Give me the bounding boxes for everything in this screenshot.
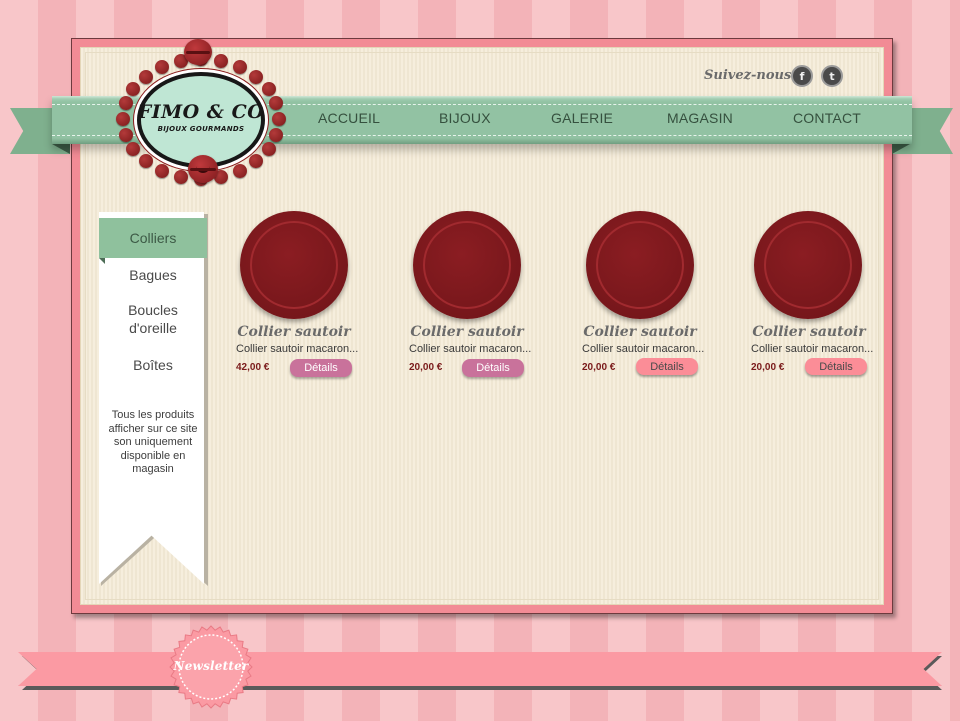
logo-bead bbox=[173, 169, 188, 184]
details-button[interactable]: Détails bbox=[805, 358, 867, 375]
logo-bead bbox=[116, 112, 130, 126]
product-image[interactable] bbox=[413, 211, 521, 319]
store-availability-note: Tous les produits afficher sur ce site s… bbox=[108, 409, 198, 475]
sidebar-item-boites[interactable]: Boîtes bbox=[99, 356, 207, 374]
logo-subtitle: BIJOUX GOURMANDS bbox=[157, 125, 245, 133]
product-price: 20,00 € bbox=[582, 362, 616, 373]
sidebar-item-bagues[interactable]: Bagues bbox=[99, 266, 207, 284]
logo-bead bbox=[249, 154, 264, 169]
product-title[interactable]: Collier sautoir bbox=[219, 324, 369, 340]
nav-item-bijoux[interactable]: BIJOUX bbox=[439, 110, 491, 126]
logo-bead bbox=[261, 142, 276, 156]
logo-bead bbox=[249, 69, 264, 84]
product-description: Collier sautoir macaron... bbox=[409, 343, 532, 355]
details-button[interactable]: Détails bbox=[290, 359, 352, 377]
logo-bead bbox=[272, 112, 286, 126]
logo-bead bbox=[126, 142, 141, 156]
product-price: 20,00 € bbox=[409, 362, 443, 373]
logo-bead bbox=[118, 96, 133, 111]
product-image[interactable] bbox=[240, 211, 348, 319]
product-description: Collier sautoir macaron... bbox=[236, 343, 359, 355]
logo-bead bbox=[138, 69, 153, 84]
logo-bead bbox=[138, 154, 153, 169]
nav-item-magasin[interactable]: MAGASIN bbox=[667, 110, 733, 126]
product-title[interactable]: Collier sautoir bbox=[392, 324, 542, 340]
logo-bead bbox=[155, 163, 169, 178]
logo-bead bbox=[233, 163, 247, 178]
product-image[interactable] bbox=[754, 211, 862, 319]
nav-item-contact[interactable]: CONTACT bbox=[793, 110, 861, 126]
newsletter-ribbon bbox=[18, 652, 942, 686]
logo-bead bbox=[126, 82, 141, 96]
product-title[interactable]: Collier sautoir bbox=[734, 324, 884, 340]
logo-bead bbox=[118, 127, 133, 142]
product-title[interactable]: Collier sautoir bbox=[565, 324, 715, 340]
nav-item-galerie[interactable]: GALERIE bbox=[551, 110, 613, 126]
product-description: Collier sautoir macaron... bbox=[582, 343, 705, 355]
logo-bead bbox=[269, 127, 284, 142]
logo-bead bbox=[155, 60, 169, 75]
sidebar-item-colliers[interactable]: Colliers bbox=[99, 229, 207, 247]
sidebar-item-boucles[interactable]: Boucles d'oreille bbox=[104, 301, 202, 337]
product-description: Collier sautoir macaron... bbox=[751, 343, 874, 355]
logo-title: FIMO & CO bbox=[137, 101, 265, 123]
product-price: 42,00 € bbox=[236, 362, 270, 373]
smiling-macaron-icon bbox=[188, 155, 218, 183]
logo-bead bbox=[233, 60, 247, 75]
product-price: 20,00 € bbox=[751, 362, 785, 373]
follow-us-label: Suivez-nous bbox=[704, 68, 792, 83]
details-button[interactable]: Détails bbox=[462, 359, 524, 377]
facebook-icon[interactable]: f bbox=[791, 65, 813, 87]
nav-item-accueil[interactable]: ACCUEIL bbox=[318, 110, 380, 126]
macaron-icon bbox=[184, 39, 212, 65]
newsletter-button[interactable]: Newsletter bbox=[169, 659, 253, 673]
twitter-icon[interactable]: t bbox=[821, 65, 843, 87]
product-image[interactable] bbox=[586, 211, 694, 319]
logo-bead bbox=[269, 96, 284, 111]
details-button[interactable]: Détails bbox=[636, 358, 698, 375]
logo-bead bbox=[214, 54, 229, 69]
logo-bead bbox=[261, 82, 276, 96]
